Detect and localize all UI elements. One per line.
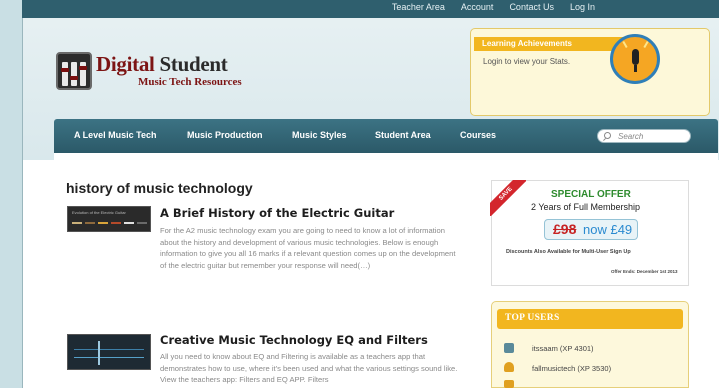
old-price: £98 [553, 221, 577, 237]
achievements-message: Login to view your Stats. [483, 57, 571, 66]
mixer-logo-icon [56, 52, 92, 90]
post-title-eq-filters[interactable]: Creative Music Technology EQ and Filters [160, 333, 428, 347]
user-avatar-icon [504, 380, 514, 388]
achievements-panel: Learning Achievements Login to view your… [470, 28, 710, 116]
top-nav-teacher-area[interactable]: Teacher Area [392, 2, 445, 12]
save-ribbon: SAVE [490, 180, 526, 216]
search-placeholder: Search [618, 132, 644, 141]
eq-post-thumbnail[interactable] [67, 334, 151, 370]
nav-music-production[interactable]: Music Production [187, 130, 263, 140]
logo-title-suffix: Student [154, 52, 228, 76]
top-users-title: TOP USERS [497, 309, 683, 329]
user-avatar-icon [504, 362, 514, 372]
new-price: now £49 [583, 222, 633, 237]
site-logo[interactable]: Digital Student Music Tech Resources [56, 52, 266, 96]
logo-subtitle: Music Tech Resources [138, 76, 242, 88]
nav-student-area[interactable]: Student Area [375, 130, 431, 140]
offer-note: Discounts Also Available for Multi-User … [506, 249, 631, 255]
top-bar: Teacher Area Account Contact Us Log In [22, 0, 719, 18]
nav-a-level-music-tech[interactable]: A Level Music Tech [74, 130, 157, 140]
microphone-badge-icon [610, 34, 660, 84]
offer-end-date: Offer Ends: December 1st 2013 [611, 269, 678, 274]
top-nav-contact-us[interactable]: Contact Us [509, 2, 554, 12]
top-user-1[interactable]: itssaam (XP 4301) [532, 344, 594, 353]
thumbnail-caption: Evolution of the Electric Guitar [72, 210, 126, 215]
nav-courses[interactable]: Courses [460, 130, 496, 140]
offer-subtitle: 2 Years of Full Membership [531, 202, 641, 212]
top-nav: Teacher Area Account Contact Us Log In [392, 2, 595, 12]
top-nav-log-in[interactable]: Log In [570, 2, 595, 12]
page-title: history of music technology [66, 180, 253, 196]
logo-title-prefix: Digital [96, 52, 155, 76]
guitar-post-thumbnail[interactable]: Evolution of the Electric Guitar [67, 206, 151, 232]
logo-title: Digital Student [96, 52, 228, 77]
post-excerpt-eq-filters: All you need to know about EQ and Filter… [160, 352, 458, 385]
user-avatar-icon [504, 343, 514, 353]
top-user-2[interactable]: fallmusictech (XP 3530) [532, 364, 611, 373]
nav-music-styles[interactable]: Music Styles [292, 130, 347, 140]
top-nav-account[interactable]: Account [461, 2, 494, 12]
post-title-electric-guitar[interactable]: A Brief History of the Electric Guitar [160, 206, 394, 220]
offer-title: SPECIAL OFFER [551, 189, 631, 200]
save-ribbon-label: SAVE [490, 180, 526, 216]
post-excerpt-electric-guitar: For the A2 music technology exam you are… [160, 226, 456, 270]
search-input[interactable]: Search [597, 129, 691, 143]
